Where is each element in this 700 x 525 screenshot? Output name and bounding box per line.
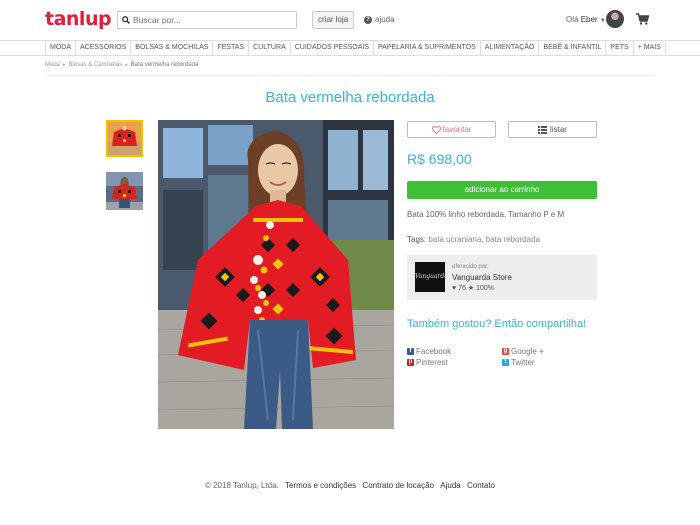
category-item[interactable]: ALIMENTAÇÃO — [479, 41, 539, 55]
create-store-button[interactable]: criar loja — [312, 11, 355, 29]
tag-link[interactable]: bata rebordada — [486, 235, 540, 244]
footer-link-terms[interactable]: Termos e condições — [285, 481, 356, 490]
add-to-cart-button[interactable]: adicionar ao carrinho — [407, 181, 597, 199]
divider — [45, 75, 655, 76]
category-item[interactable]: CUIDADOS PESSOAIS — [289, 41, 373, 55]
google-label: Google + — [511, 347, 544, 356]
share-title: Também gostou? Então compartilha! — [407, 318, 587, 330]
google-plus-icon: g — [502, 348, 509, 355]
breadcrumb-moda[interactable]: Moda — [45, 62, 60, 68]
avatar[interactable] — [606, 10, 624, 28]
seller-rating: 100% — [476, 285, 494, 292]
chevron-right-icon: ▸ — [125, 62, 128, 68]
list-label: listar — [550, 125, 567, 134]
logo[interactable]: tanlup — [45, 8, 112, 30]
thumbnail-image — [106, 172, 143, 210]
star-icon: ★ — [467, 285, 475, 292]
favorite-button[interactable]: favoritar — [407, 121, 496, 138]
category-item[interactable]: CULTURA — [248, 41, 290, 55]
page-title: Bata vermelha rebordada — [265, 89, 435, 106]
tags: Tags: bata ucraniana, bata rebordada — [407, 235, 540, 244]
category-item[interactable]: MODA — [45, 41, 75, 55]
pinterest-icon: p — [407, 359, 414, 366]
category-item[interactable]: BEBÊ & INFANTIL — [538, 41, 605, 55]
category-item[interactable]: BOLSAS & MOCHILAS — [130, 41, 212, 55]
footer: © 2018 Tanlup, Ltda. Termos e condições … — [0, 481, 700, 490]
user-menu[interactable]: Olá Eber ▼ — [566, 15, 606, 24]
share-google[interactable]: g Google + — [502, 347, 544, 356]
seller-card[interactable]: Vanguarda oferecido por: Vanguarda Store… — [407, 255, 597, 300]
breadcrumb-blusas[interactable]: Blusas & Camisetas — [69, 62, 123, 68]
seller-likes: 76 — [458, 285, 466, 292]
footer-link-contact[interactable]: Contato — [467, 481, 495, 490]
search-icon — [122, 16, 130, 24]
list-icon — [538, 125, 548, 134]
price: R$ 698,00 — [407, 151, 472, 167]
offered-by-label: oferecido por: — [452, 264, 489, 270]
twitter-label: Twitter — [511, 358, 535, 367]
pinterest-label: Pinterest — [416, 358, 448, 367]
heart-icon — [431, 125, 441, 134]
product-image — [158, 120, 394, 429]
chevron-right-icon: ▸ — [63, 62, 66, 68]
category-item[interactable]: ACESSÓRIOS — [75, 41, 130, 55]
caret-down-icon: ▼ — [599, 18, 606, 24]
question-icon: ? — [364, 15, 372, 24]
category-item[interactable]: FESTAS — [212, 41, 248, 55]
list-button[interactable]: listar — [508, 121, 597, 138]
user-name: Eber — [580, 15, 598, 24]
footer-link-rental[interactable]: Contrato de locação — [362, 481, 434, 490]
thumbnail-1[interactable] — [106, 120, 143, 157]
search-input[interactable] — [133, 15, 283, 25]
category-item[interactable]: PETS — [605, 41, 632, 55]
twitter-icon: t — [502, 359, 509, 366]
search-box[interactable] — [117, 11, 297, 29]
breadcrumb: Moda ▸ Blusas & Camisetas ▸ Bata vermelha re… — [45, 62, 198, 68]
seller-logo[interactable]: Vanguarda — [415, 262, 448, 292]
copyright: © 2018 Tanlup, Ltda. — [204, 481, 279, 490]
top-bar: tanlup criar loja ? ajuda Olá Eber ▼ — [0, 0, 700, 40]
facebook-label: Facebook — [416, 347, 452, 356]
favorite-label: favoritar — [442, 125, 472, 134]
seller-name[interactable]: Vanguarda Store — [452, 273, 512, 282]
thumbnail-image — [108, 122, 141, 155]
category-item[interactable]: PAPELARIA & SUPRIMENTOS — [373, 41, 480, 55]
help-label: ajuda — [375, 15, 395, 24]
cart-icon[interactable] — [636, 13, 649, 25]
breadcrumb-current: Bata vermelha rebordada — [130, 62, 199, 68]
greeting: Olá — [566, 15, 579, 24]
help-link[interactable]: ? ajuda — [364, 15, 395, 24]
tags-label: Tags: — [407, 235, 427, 244]
facebook-icon: f — [407, 348, 414, 355]
category-nav: MODA ACESSÓRIOS BOLSAS & MOCHILAS FESTAS CUL… — [0, 40, 700, 56]
thumbnail-2[interactable] — [106, 172, 143, 210]
tag-link[interactable]: bata ucraniana — [428, 235, 481, 244]
seller-stats: ♥ 76 ★ 100% — [452, 284, 494, 292]
heart-icon: ♥ — [452, 285, 457, 292]
category-item[interactable]: + MAIS — [632, 41, 666, 55]
product-description: Bata 100% linho rebordada. Tamanho P e M — [407, 210, 565, 219]
tag-separator: , — [481, 235, 484, 244]
share-twitter[interactable]: t Twitter — [502, 358, 535, 367]
footer-link-help[interactable]: Ajuda — [440, 481, 460, 490]
share-pinterest[interactable]: p Pinterest — [407, 358, 448, 367]
share-facebook[interactable]: f Facebook — [407, 347, 451, 356]
